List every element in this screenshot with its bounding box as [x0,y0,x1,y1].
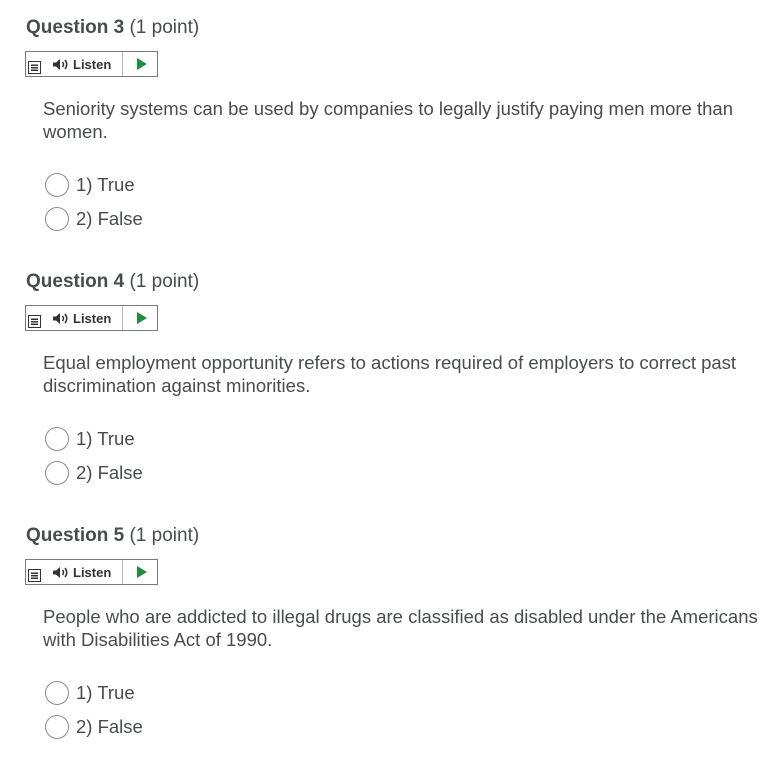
play-icon[interactable] [136,566,148,578]
radio-button[interactable] [45,461,69,485]
radio-button[interactable] [45,681,69,705]
question-points: (1 point) [129,17,200,38]
listen-toolbar: Listen [25,559,158,585]
question-text: People who are addicted to illegal drugs… [43,606,758,650]
listen-button[interactable]: Listen [73,565,111,580]
question-text: Seniority systems can be used by compani… [43,98,733,142]
toolbar-divider [122,52,123,76]
option-label[interactable]: 2) False [76,716,143,738]
radio-button[interactable] [45,207,69,231]
question-heading: Question 5 (1 point) [26,525,199,547]
speaker-icon[interactable] [52,312,69,325]
question-points: (1 point) [129,271,200,292]
question-number: Question 3 [26,17,125,38]
play-icon[interactable] [136,58,148,70]
question-number: Question 5 [26,525,125,546]
question-heading: Question 3 (1 point) [26,17,199,39]
radio-button[interactable] [45,715,69,739]
option-label[interactable]: 2) False [76,208,143,230]
speaker-icon[interactable] [52,58,69,71]
toolbar-divider [122,560,123,584]
listen-button[interactable]: Listen [73,311,111,326]
listen-toolbar: Listen [25,51,158,77]
option-label[interactable]: 1) True [76,428,135,450]
question-points: (1 point) [129,525,200,546]
listen-button[interactable]: Listen [73,57,111,72]
radio-button[interactable] [45,427,69,451]
menu-icon[interactable] [28,569,41,582]
toolbar-divider [122,306,123,330]
menu-icon[interactable] [28,61,41,74]
radio-button[interactable] [45,173,69,197]
option-label[interactable]: 1) True [76,174,135,196]
speaker-icon[interactable] [52,566,69,579]
question-number: Question 4 [26,271,125,292]
question-3: Question 3 (1 point) Listen Seniority sy… [0,0,774,254]
question-5: Question 5 (1 point) Listen People who a… [0,508,774,762]
question-heading: Question 4 (1 point) [26,271,199,293]
option-label[interactable]: 2) False [76,462,143,484]
question-text: Equal employment opportunity refers to a… [43,352,737,396]
listen-toolbar: Listen [25,305,158,331]
menu-icon[interactable] [28,315,41,328]
option-label[interactable]: 1) True [76,682,135,704]
play-icon[interactable] [136,312,148,324]
question-4: Question 4 (1 point) Listen Equal employ… [0,254,774,508]
